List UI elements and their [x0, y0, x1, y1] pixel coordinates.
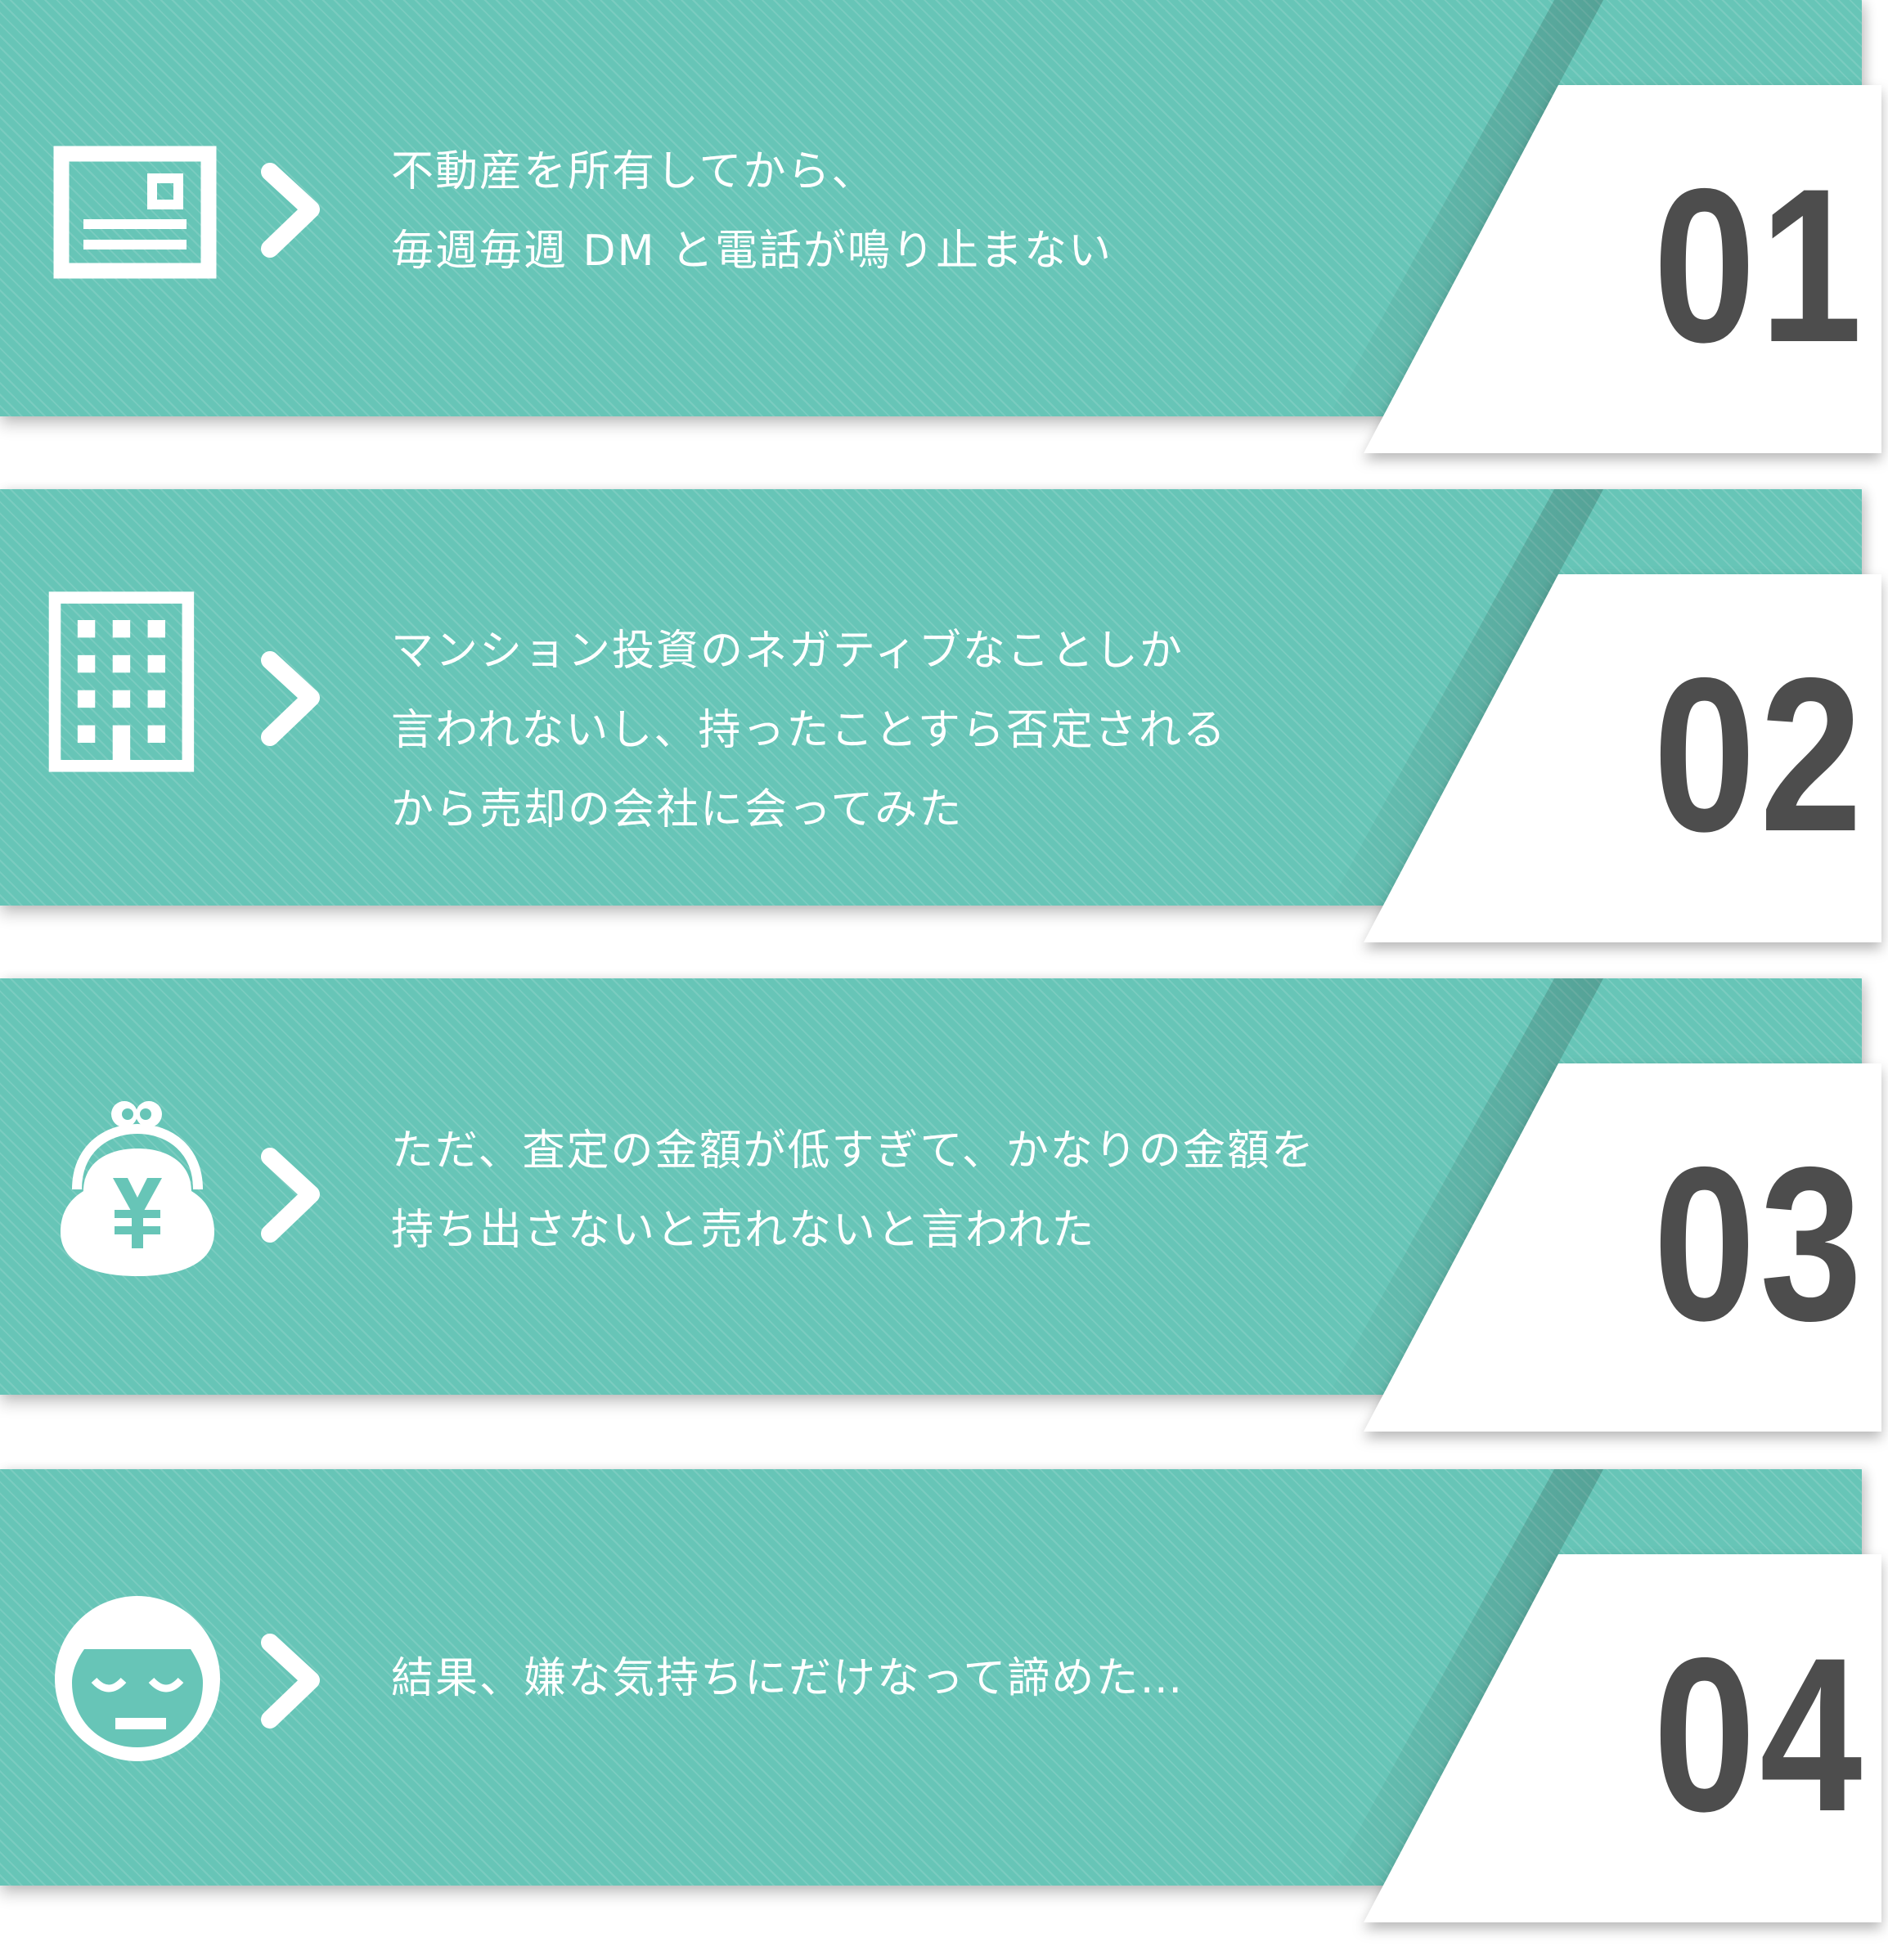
problem-item-3: ただ、査定の金額が低すぎて、かなりの金額を 持ち出さないと売れないと言われた 0… — [0, 978, 1888, 1469]
item-number: 02 — [1653, 632, 1867, 877]
item-number: 01 — [1653, 142, 1867, 388]
number-card — [0, 1469, 1888, 1960]
problem-item-4: 結果、嫌な気持ちにだけなって諦めた… 04 — [0, 1469, 1888, 1960]
number-card — [0, 0, 1888, 491]
number-card — [0, 489, 1888, 980]
item-number: 04 — [1653, 1612, 1867, 1857]
problem-item-1: 不動産を所有してから、 毎週毎週 DM と電話が鳴り止まない 01 — [0, 0, 1888, 491]
item-number: 03 — [1653, 1121, 1867, 1366]
number-card — [0, 978, 1888, 1469]
problem-item-2: マンション投資のネガティブなことしか 言われないし、持ったことすら否定される か… — [0, 489, 1888, 980]
